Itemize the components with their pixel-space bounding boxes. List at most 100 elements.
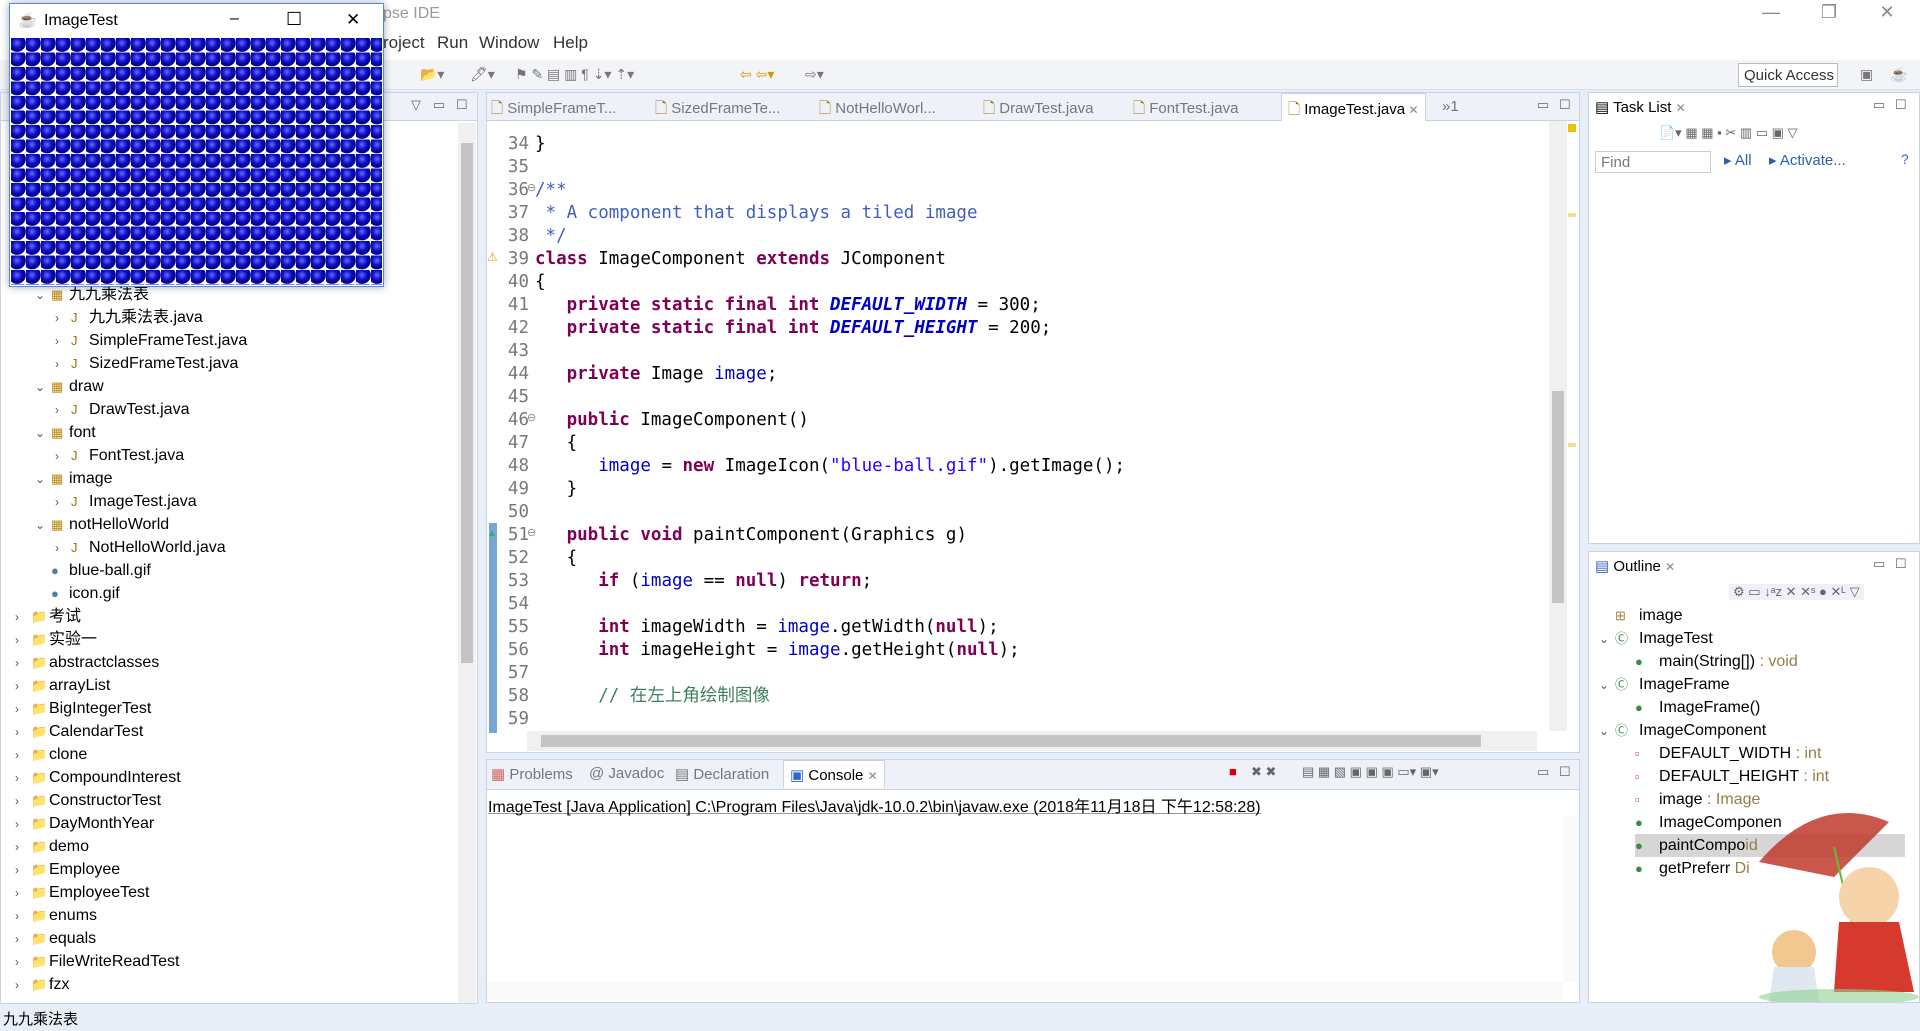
editor-tab[interactable]: 🗋 SizedFrameTe... bbox=[655, 98, 780, 123]
chevron-down-icon[interactable]: ⌄ bbox=[35, 514, 51, 537]
imagetest-title-bar[interactable]: ☕ ImageTest – ☐ ✕ bbox=[10, 4, 383, 37]
chevron-right-icon[interactable]: › bbox=[55, 307, 71, 330]
tree-item[interactable]: › 📁 考试 bbox=[15, 605, 81, 628]
chevron-right-icon[interactable]: › bbox=[15, 744, 31, 767]
menu-window[interactable]: Window bbox=[479, 33, 539, 53]
menu-help[interactable]: Help bbox=[553, 33, 588, 53]
tree-item[interactable]: › 📁 FileWriteReadTest bbox=[15, 950, 179, 973]
chevron-right-icon[interactable]: › bbox=[55, 537, 71, 560]
tab-javadoc[interactable]: @ Javadoc bbox=[589, 765, 664, 782]
outline-item[interactable]: ▫ DEFAULT_WIDTH : int bbox=[1635, 742, 1821, 765]
open-perspective-icon[interactable]: ▣ bbox=[1860, 66, 1873, 83]
minimize-icon[interactable]: ▭ bbox=[1537, 764, 1549, 780]
chevron-right-icon[interactable]: › bbox=[15, 974, 31, 997]
minimize-icon[interactable]: ▭ bbox=[1537, 97, 1549, 113]
editor-tab[interactable]: 🗋 NotHelloWorl... bbox=[819, 98, 936, 123]
tree-item[interactable]: › J SizedFrameTest.java bbox=[55, 352, 238, 375]
console-h-scrollbar[interactable] bbox=[487, 982, 1563, 1000]
chevron-down-icon[interactable]: ⌄ bbox=[35, 468, 51, 491]
java-perspective-icon[interactable]: ☕ bbox=[1890, 66, 1907, 83]
remove-launch-icon[interactable]: ✖ ✖ bbox=[1251, 764, 1276, 780]
tree-item[interactable]: › J NotHelloWorld.java bbox=[55, 536, 226, 559]
chevron-right-icon[interactable]: › bbox=[15, 652, 31, 675]
editor-tab[interactable]: 🗋 SimpleFrameT... bbox=[491, 98, 616, 123]
chevron-down-icon[interactable]: ⌄ bbox=[35, 284, 51, 307]
tree-item[interactable]: ● icon.gif bbox=[35, 582, 120, 605]
chevron-right-icon[interactable]: › bbox=[15, 882, 31, 905]
tree-item[interactable]: › 📁 CompoundInterest bbox=[15, 766, 181, 789]
minimize-icon[interactable]: — bbox=[1748, 2, 1794, 28]
tree-item[interactable]: ⌄ ▦ image bbox=[35, 467, 113, 490]
tree-item[interactable]: ⌄ ▦ font bbox=[35, 421, 96, 444]
close-icon[interactable]: ✕ bbox=[1665, 560, 1675, 574]
maximize-icon[interactable]: ☐ bbox=[456, 97, 468, 113]
view-menu-icon[interactable]: ▽ bbox=[411, 97, 421, 113]
chevron-right-icon[interactable]: › bbox=[55, 353, 71, 376]
chevron-right-icon[interactable]: › bbox=[15, 606, 31, 629]
chevron-right-icon[interactable]: › bbox=[55, 399, 71, 422]
outline-item[interactable]: ● getPreferr Di bbox=[1635, 857, 1750, 880]
menu-run[interactable]: Run bbox=[437, 33, 468, 53]
chevron-right-icon[interactable]: › bbox=[15, 721, 31, 744]
tree-item[interactable]: › J FontTest.java bbox=[55, 444, 184, 467]
tree-item[interactable]: › J 九九乘法表.java bbox=[55, 306, 203, 329]
chevron-right-icon[interactable]: › bbox=[15, 767, 31, 790]
chevron-down-icon[interactable]: ⌄ bbox=[1599, 674, 1615, 697]
chevron-right-icon[interactable]: › bbox=[15, 951, 31, 974]
outline-item[interactable]: ▫ DEFAULT_HEIGHT : int bbox=[1635, 765, 1829, 788]
package-explorer-scrollbar[interactable] bbox=[458, 123, 476, 1003]
chevron-down-icon[interactable]: ⌄ bbox=[1599, 628, 1615, 651]
outline-item[interactable]: ● main(String[]) : void bbox=[1635, 650, 1798, 673]
back-icon[interactable]: ⇦ ⇦▾ bbox=[740, 66, 774, 83]
chevron-down-icon[interactable]: ⌄ bbox=[35, 376, 51, 399]
close-button[interactable]: ✕ bbox=[346, 10, 360, 30]
tree-item[interactable]: › 📁 fzx bbox=[15, 973, 69, 996]
chevron-right-icon[interactable]: › bbox=[15, 675, 31, 698]
console-scrollbar[interactable] bbox=[1563, 816, 1579, 982]
tree-item[interactable]: › 📁 Employee bbox=[15, 858, 120, 881]
tree-item[interactable]: › 📁 arrayList bbox=[15, 674, 110, 697]
chevron-right-icon[interactable]: › bbox=[55, 445, 71, 468]
quick-access-input[interactable]: Quick Access bbox=[1738, 63, 1838, 87]
warning-icon[interactable]: ⚠ bbox=[487, 250, 498, 264]
chevron-right-icon[interactable]: › bbox=[55, 330, 71, 353]
open-type-icon[interactable]: 📂▾ bbox=[420, 66, 444, 83]
menu-project[interactable]: roject bbox=[383, 33, 425, 53]
chevron-right-icon[interactable]: › bbox=[15, 836, 31, 859]
tree-item[interactable]: › 📁 实验一 bbox=[15, 628, 97, 651]
maximize-button[interactable]: ☐ bbox=[286, 9, 302, 30]
editor-vertical-scrollbar[interactable] bbox=[1549, 121, 1567, 731]
chevron-right-icon[interactable]: › bbox=[15, 859, 31, 882]
tree-item[interactable]: › J SimpleFrameTest.java bbox=[55, 329, 247, 352]
restore-icon[interactable]: ❐ bbox=[1806, 2, 1852, 28]
tree-item[interactable]: › 📁 ConstructorTest bbox=[15, 789, 161, 812]
chevron-right-icon[interactable]: › bbox=[15, 928, 31, 951]
maximize-icon[interactable]: ☐ bbox=[1895, 556, 1907, 572]
close-icon[interactable]: ✕ bbox=[868, 769, 878, 783]
tree-item[interactable]: › 📁 equals bbox=[15, 927, 96, 950]
outline-item[interactable]: ⌄ Ⓒ ImageFrame bbox=[1599, 673, 1730, 696]
chevron-right-icon[interactable]: › bbox=[15, 629, 31, 652]
editor-horizontal-scrollbar[interactable] bbox=[527, 731, 1537, 751]
tab-task-list[interactable]: ▤ Task List ✕ bbox=[1589, 93, 1692, 121]
tree-item[interactable]: ● blue-ball.gif bbox=[35, 559, 151, 582]
outline-item[interactable]: ⊞ image bbox=[1599, 604, 1683, 627]
tab-console[interactable]: ▣ Console ✕ bbox=[783, 760, 885, 788]
tab-problems[interactable]: ▦ Problems bbox=[491, 765, 573, 783]
editor-tab[interactable]: 🗋 FontTest.java bbox=[1133, 98, 1238, 123]
outline-item[interactable]: ● ImageFrame() bbox=[1635, 696, 1760, 719]
close-icon[interactable]: ✕ bbox=[1405, 103, 1418, 117]
forward-icon[interactable]: ⇨▾ bbox=[805, 66, 824, 83]
tree-item[interactable]: › J DrawTest.java bbox=[55, 398, 189, 421]
task-find-input[interactable]: Find bbox=[1595, 151, 1711, 173]
maximize-icon[interactable]: ☐ bbox=[1559, 97, 1571, 113]
close-icon[interactable]: ✕ bbox=[1864, 2, 1910, 28]
outline-toolbar-icons[interactable]: ⚙ ▭ ↓ᵃz ✕ ✕ˢ ● ✕ᴸ ▽ bbox=[1729, 584, 1864, 600]
tree-item[interactable]: › 📁 demo bbox=[15, 835, 89, 858]
more-tabs[interactable]: »1 bbox=[1442, 98, 1459, 115]
chevron-right-icon[interactable]: › bbox=[55, 491, 71, 514]
tree-item[interactable]: ⌄ ▦ draw bbox=[35, 375, 104, 398]
tree-item[interactable]: › 📁 abstractclasses bbox=[15, 651, 159, 674]
toggle-icons[interactable]: ⚑ ✎ ▤ ▥ ¶ ⇣▾ ⇡▾ bbox=[515, 66, 634, 83]
activate-link[interactable]: ▸ Activate... bbox=[1769, 151, 1846, 169]
